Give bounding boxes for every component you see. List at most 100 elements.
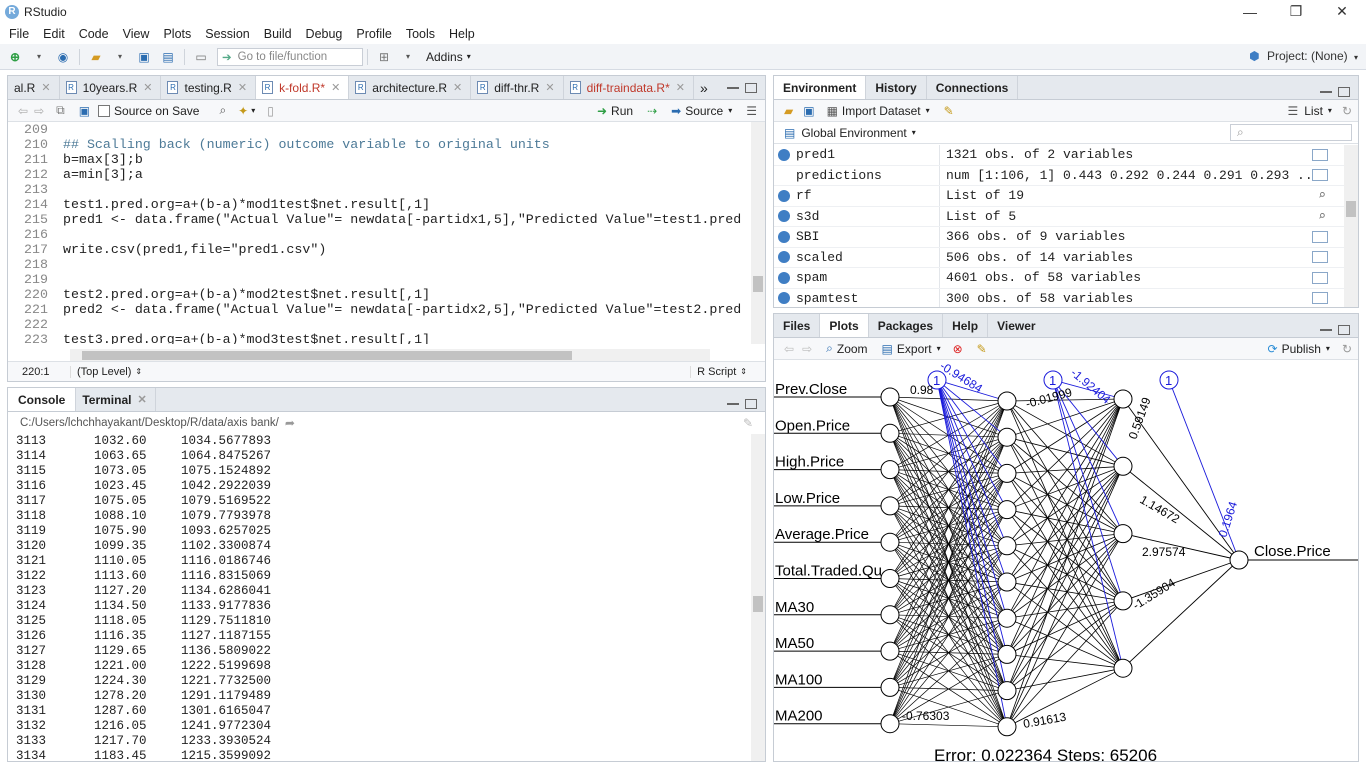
chevron-down-icon[interactable]: ▾: [937, 344, 941, 353]
expand-variable-icon[interactable]: [778, 210, 790, 223]
menu-edit[interactable]: Edit: [36, 27, 72, 41]
minimize-pane-icon[interactable]: [1320, 90, 1332, 93]
tab-viewer[interactable]: Viewer: [988, 314, 1044, 337]
code-tools-wand-icon[interactable]: ✦: [238, 104, 248, 118]
search-icon[interactable]: ⌕: [1318, 209, 1326, 224]
refresh-icon[interactable]: ↻: [1342, 342, 1352, 356]
close-icon[interactable]: ✕: [143, 81, 152, 94]
close-icon[interactable]: ✕: [453, 81, 462, 94]
refresh-icon[interactable]: ↻: [1342, 104, 1352, 118]
close-icon[interactable]: ✕: [238, 81, 247, 94]
chevron-down-icon[interactable]: ▾: [1328, 106, 1332, 115]
close-icon[interactable]: ✕: [137, 393, 146, 406]
tab-diff-traindata-r[interactable]: Rdiff-traindata.R* ✕: [564, 76, 694, 99]
export-button[interactable]: Export: [897, 342, 932, 356]
tab-testing-r[interactable]: Rtesting.R ✕: [161, 76, 257, 99]
clear-workspace-broom-icon[interactable]: ✎: [944, 104, 954, 118]
environment-row[interactable]: rf List of 19 ⌕: [774, 186, 1344, 207]
chevron-down-icon[interactable]: ▾: [399, 49, 417, 65]
expand-variable-icon[interactable]: [778, 148, 790, 161]
next-plot-icon[interactable]: ⇨: [802, 342, 812, 356]
tab-help[interactable]: Help: [943, 314, 989, 337]
import-dataset-button[interactable]: Import Dataset: [842, 104, 921, 118]
source-button[interactable]: Source: [685, 104, 723, 118]
menu-help[interactable]: Help: [442, 27, 482, 41]
close-icon[interactable]: ✕: [545, 81, 554, 94]
back-arrow-icon[interactable]: ⇦: [18, 104, 28, 118]
environment-row[interactable]: pred1 1321 obs. of 2 variables: [774, 145, 1344, 166]
menu-code[interactable]: Code: [72, 27, 116, 41]
tab-architecture-r[interactable]: Rarchitecture.R ✕: [349, 76, 472, 99]
tab-environment[interactable]: Environment: [774, 76, 867, 99]
environment-row[interactable]: SBI 366 obs. of 9 variables: [774, 227, 1344, 248]
tab-history[interactable]: History: [866, 76, 927, 99]
go-to-file-input[interactable]: ➔ Go to file/function: [217, 47, 363, 66]
view-table-icon[interactable]: [1312, 292, 1328, 305]
tab-diff-thr-r[interactable]: Rdiff-thr.R ✕: [471, 76, 564, 99]
view-table-icon[interactable]: [1312, 251, 1328, 264]
editor-vertical-scrollbar[interactable]: [751, 122, 765, 344]
scope-selector[interactable]: (Top Level): [70, 365, 131, 378]
environment-row[interactable]: predictions num [1:106, 1] 0.443 0.292 0.…: [774, 165, 1344, 186]
menu-session[interactable]: Session: [198, 27, 256, 41]
rerun-icon[interactable]: ⇢: [647, 104, 657, 118]
addins-menu[interactable]: Addins: [426, 50, 463, 64]
expand-variable-icon[interactable]: [778, 230, 790, 243]
minimize-pane-icon[interactable]: [727, 402, 739, 405]
search-icon[interactable]: ⌕: [219, 103, 226, 118]
save-workspace-icon[interactable]: ▣: [803, 104, 814, 118]
view-table-icon[interactable]: [1312, 169, 1328, 182]
tabs-overflow-button[interactable]: »: [694, 76, 716, 99]
console-output[interactable]: 3113 1032.60 1034.5677893 3114 1063.65 1064.8…: [16, 434, 749, 761]
tab-console[interactable]: Console: [8, 388, 77, 411]
chevron-down-icon[interactable]: ▾: [1326, 344, 1330, 353]
save-icon[interactable]: ▣: [79, 104, 90, 118]
view-table-icon[interactable]: [1312, 271, 1328, 284]
tab-10years-r[interactable]: R 10years.R ✕: [60, 76, 162, 99]
view-table-icon[interactable]: [1312, 148, 1328, 161]
show-in-window-icon[interactable]: ⧉: [56, 103, 65, 118]
tab-k-fold-r[interactable]: Rk-fold.R* ✕: [256, 76, 350, 99]
menu-build[interactable]: Build: [257, 27, 299, 41]
minimize-pane-icon[interactable]: [727, 86, 739, 89]
forward-arrow-icon[interactable]: ⇨: [34, 104, 44, 118]
scroll-thumb[interactable]: [1346, 201, 1356, 217]
environment-scope-selector[interactable]: Global Environment: [801, 126, 906, 140]
chevron-down-icon[interactable]: ▾: [728, 106, 732, 115]
source-on-save-checkbox[interactable]: [98, 104, 111, 117]
tab-al-r[interactable]: al.R ✕: [8, 76, 60, 99]
environment-vertical-scrollbar[interactable]: [1344, 145, 1358, 307]
new-project-icon[interactable]: ◉: [54, 49, 72, 65]
expand-variable-icon[interactable]: [778, 251, 790, 264]
workspace-panes-icon[interactable]: ⊞: [375, 49, 393, 65]
publish-button[interactable]: Publish: [1282, 342, 1321, 356]
expand-variable-icon[interactable]: [778, 189, 790, 202]
document-outline-icon[interactable]: ☰: [746, 104, 757, 118]
tab-files[interactable]: Files: [774, 314, 821, 337]
maximize-pane-icon[interactable]: [1338, 325, 1350, 335]
menu-profile[interactable]: Profile: [349, 27, 398, 41]
close-window-button[interactable]: ✕: [1319, 0, 1365, 23]
code-editor[interactable]: 209 210 ## Scalling back (numeric) outcom…: [8, 122, 751, 344]
close-icon[interactable]: ✕: [676, 81, 685, 94]
environment-search-input[interactable]: ⌕: [1230, 124, 1352, 141]
project-menu[interactable]: ⬢ Project: (None) ▾: [1249, 49, 1358, 63]
tab-terminal[interactable]: Terminal ✕: [76, 388, 156, 411]
tab-packages[interactable]: Packages: [869, 314, 944, 337]
chevron-down-icon[interactable]: ▾: [30, 49, 48, 65]
save-all-icon[interactable]: ▤: [159, 49, 177, 65]
maximize-pane-icon[interactable]: [745, 399, 757, 409]
previous-plot-icon[interactable]: ⇦: [784, 342, 794, 356]
close-icon[interactable]: ✕: [331, 81, 340, 94]
environment-row[interactable]: spam 4601 obs. of 58 variables: [774, 268, 1344, 289]
compile-report-icon[interactable]: ▯: [267, 104, 274, 118]
new-file-icon[interactable]: ⊕: [6, 49, 24, 65]
tab-plots[interactable]: Plots: [820, 314, 869, 337]
scroll-thumb[interactable]: [753, 596, 763, 612]
go-to-directory-icon[interactable]: ➦: [285, 416, 295, 430]
open-file-icon[interactable]: ▰: [87, 49, 105, 65]
clear-plots-broom-icon[interactable]: ✎: [977, 342, 987, 356]
menu-tools[interactable]: Tools: [399, 27, 442, 41]
menu-plots[interactable]: Plots: [156, 27, 198, 41]
view-table-icon[interactable]: [1312, 230, 1328, 243]
